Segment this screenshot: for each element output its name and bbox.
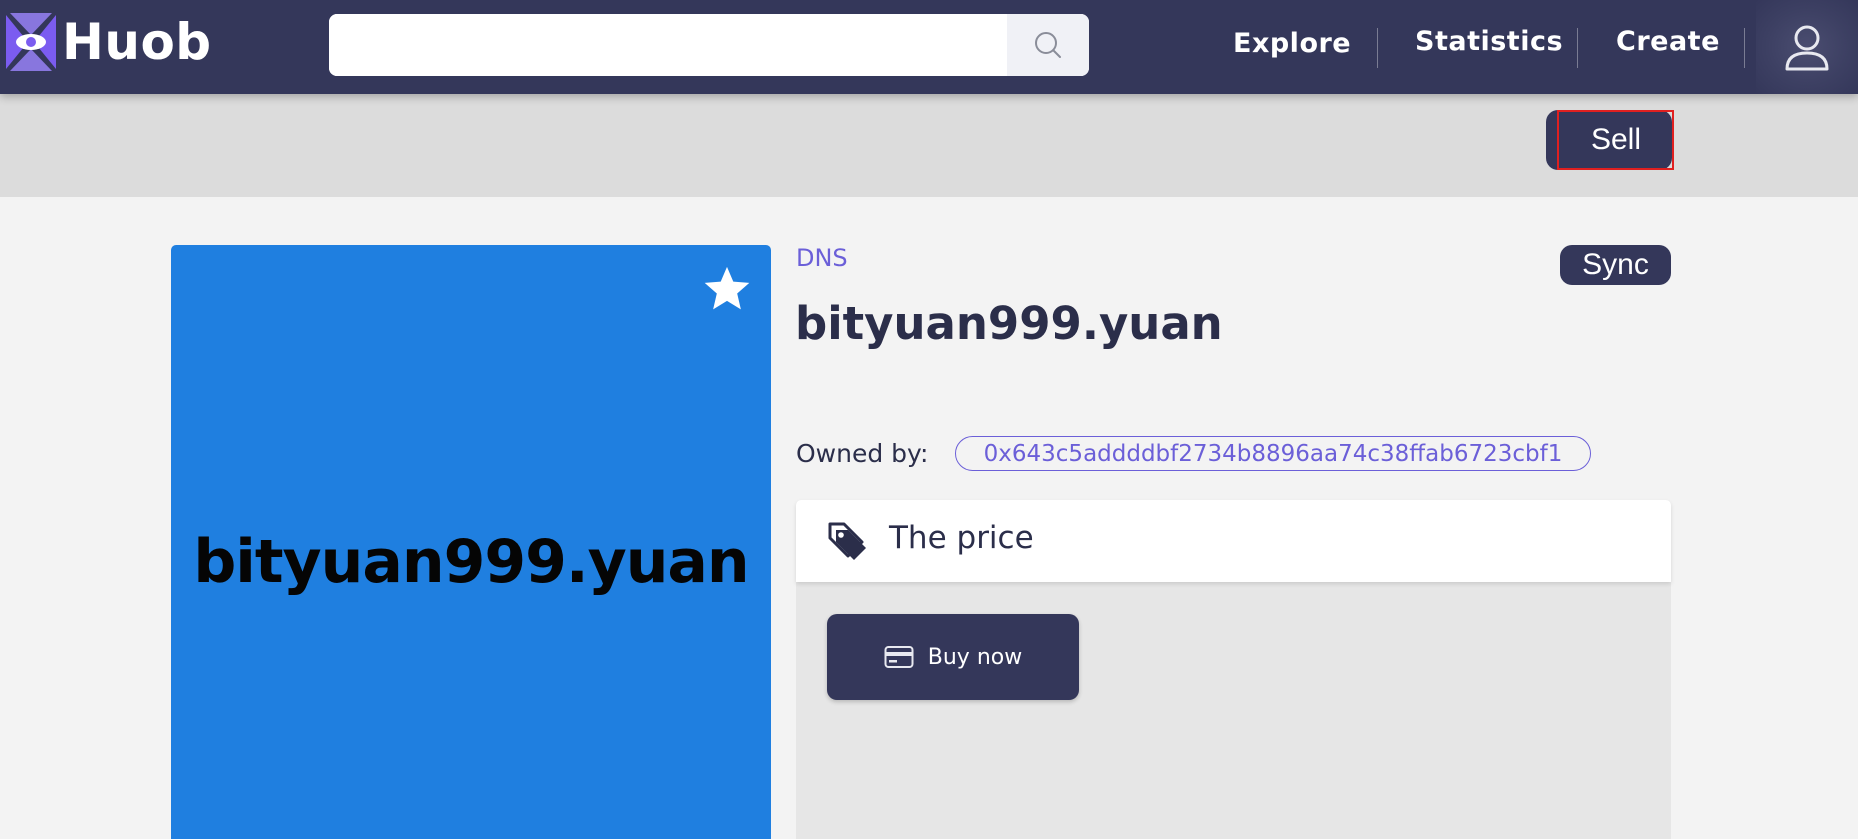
owner-address-link[interactable]: 0x643c5addddbf2734b8896aa74c38ffab6723cb… (955, 436, 1591, 471)
nav-create[interactable]: Create (1616, 26, 1720, 57)
buy-now-button[interactable]: Buy now (827, 614, 1079, 700)
favorite-button[interactable] (701, 263, 753, 315)
search-input[interactable] (329, 14, 1007, 76)
nav-divider (1577, 28, 1578, 68)
search-bar (329, 14, 1089, 76)
user-menu-button[interactable] (1756, 0, 1858, 94)
nav-statistics[interactable]: Statistics (1415, 26, 1563, 57)
sell-button[interactable]: Sell (1546, 110, 1672, 170)
search-button[interactable] (1007, 14, 1089, 76)
nav-explore[interactable]: Explore (1233, 28, 1351, 59)
top-navbar: Huob Explore Statistics Create (0, 0, 1858, 94)
buy-now-label: Buy now (927, 644, 1023, 670)
category-link[interactable]: DNS (796, 244, 848, 272)
logo-icon (6, 13, 56, 71)
nft-image-text: bityuan999.yuan (193, 527, 749, 597)
action-bar: Sell (0, 94, 1858, 197)
price-tag-icon (828, 522, 866, 560)
star-icon (704, 266, 750, 310)
nav-divider (1744, 28, 1745, 68)
owned-by-label: Owned by: (796, 439, 929, 468)
nav-divider (1377, 28, 1378, 68)
sync-button[interactable]: Sync (1560, 245, 1671, 285)
credit-card-icon (884, 646, 914, 668)
logo[interactable]: Huob (6, 10, 212, 74)
price-panel: The price Buy now (796, 500, 1671, 839)
search-icon (1035, 32, 1061, 58)
brand-name: Huob (62, 13, 212, 71)
nft-image: bityuan999.yuan (171, 245, 771, 839)
item-title: bityuan999.yuan (795, 297, 1223, 350)
user-icon (1785, 25, 1829, 71)
price-panel-title: The price (889, 520, 1034, 556)
price-panel-header: The price (796, 500, 1671, 582)
